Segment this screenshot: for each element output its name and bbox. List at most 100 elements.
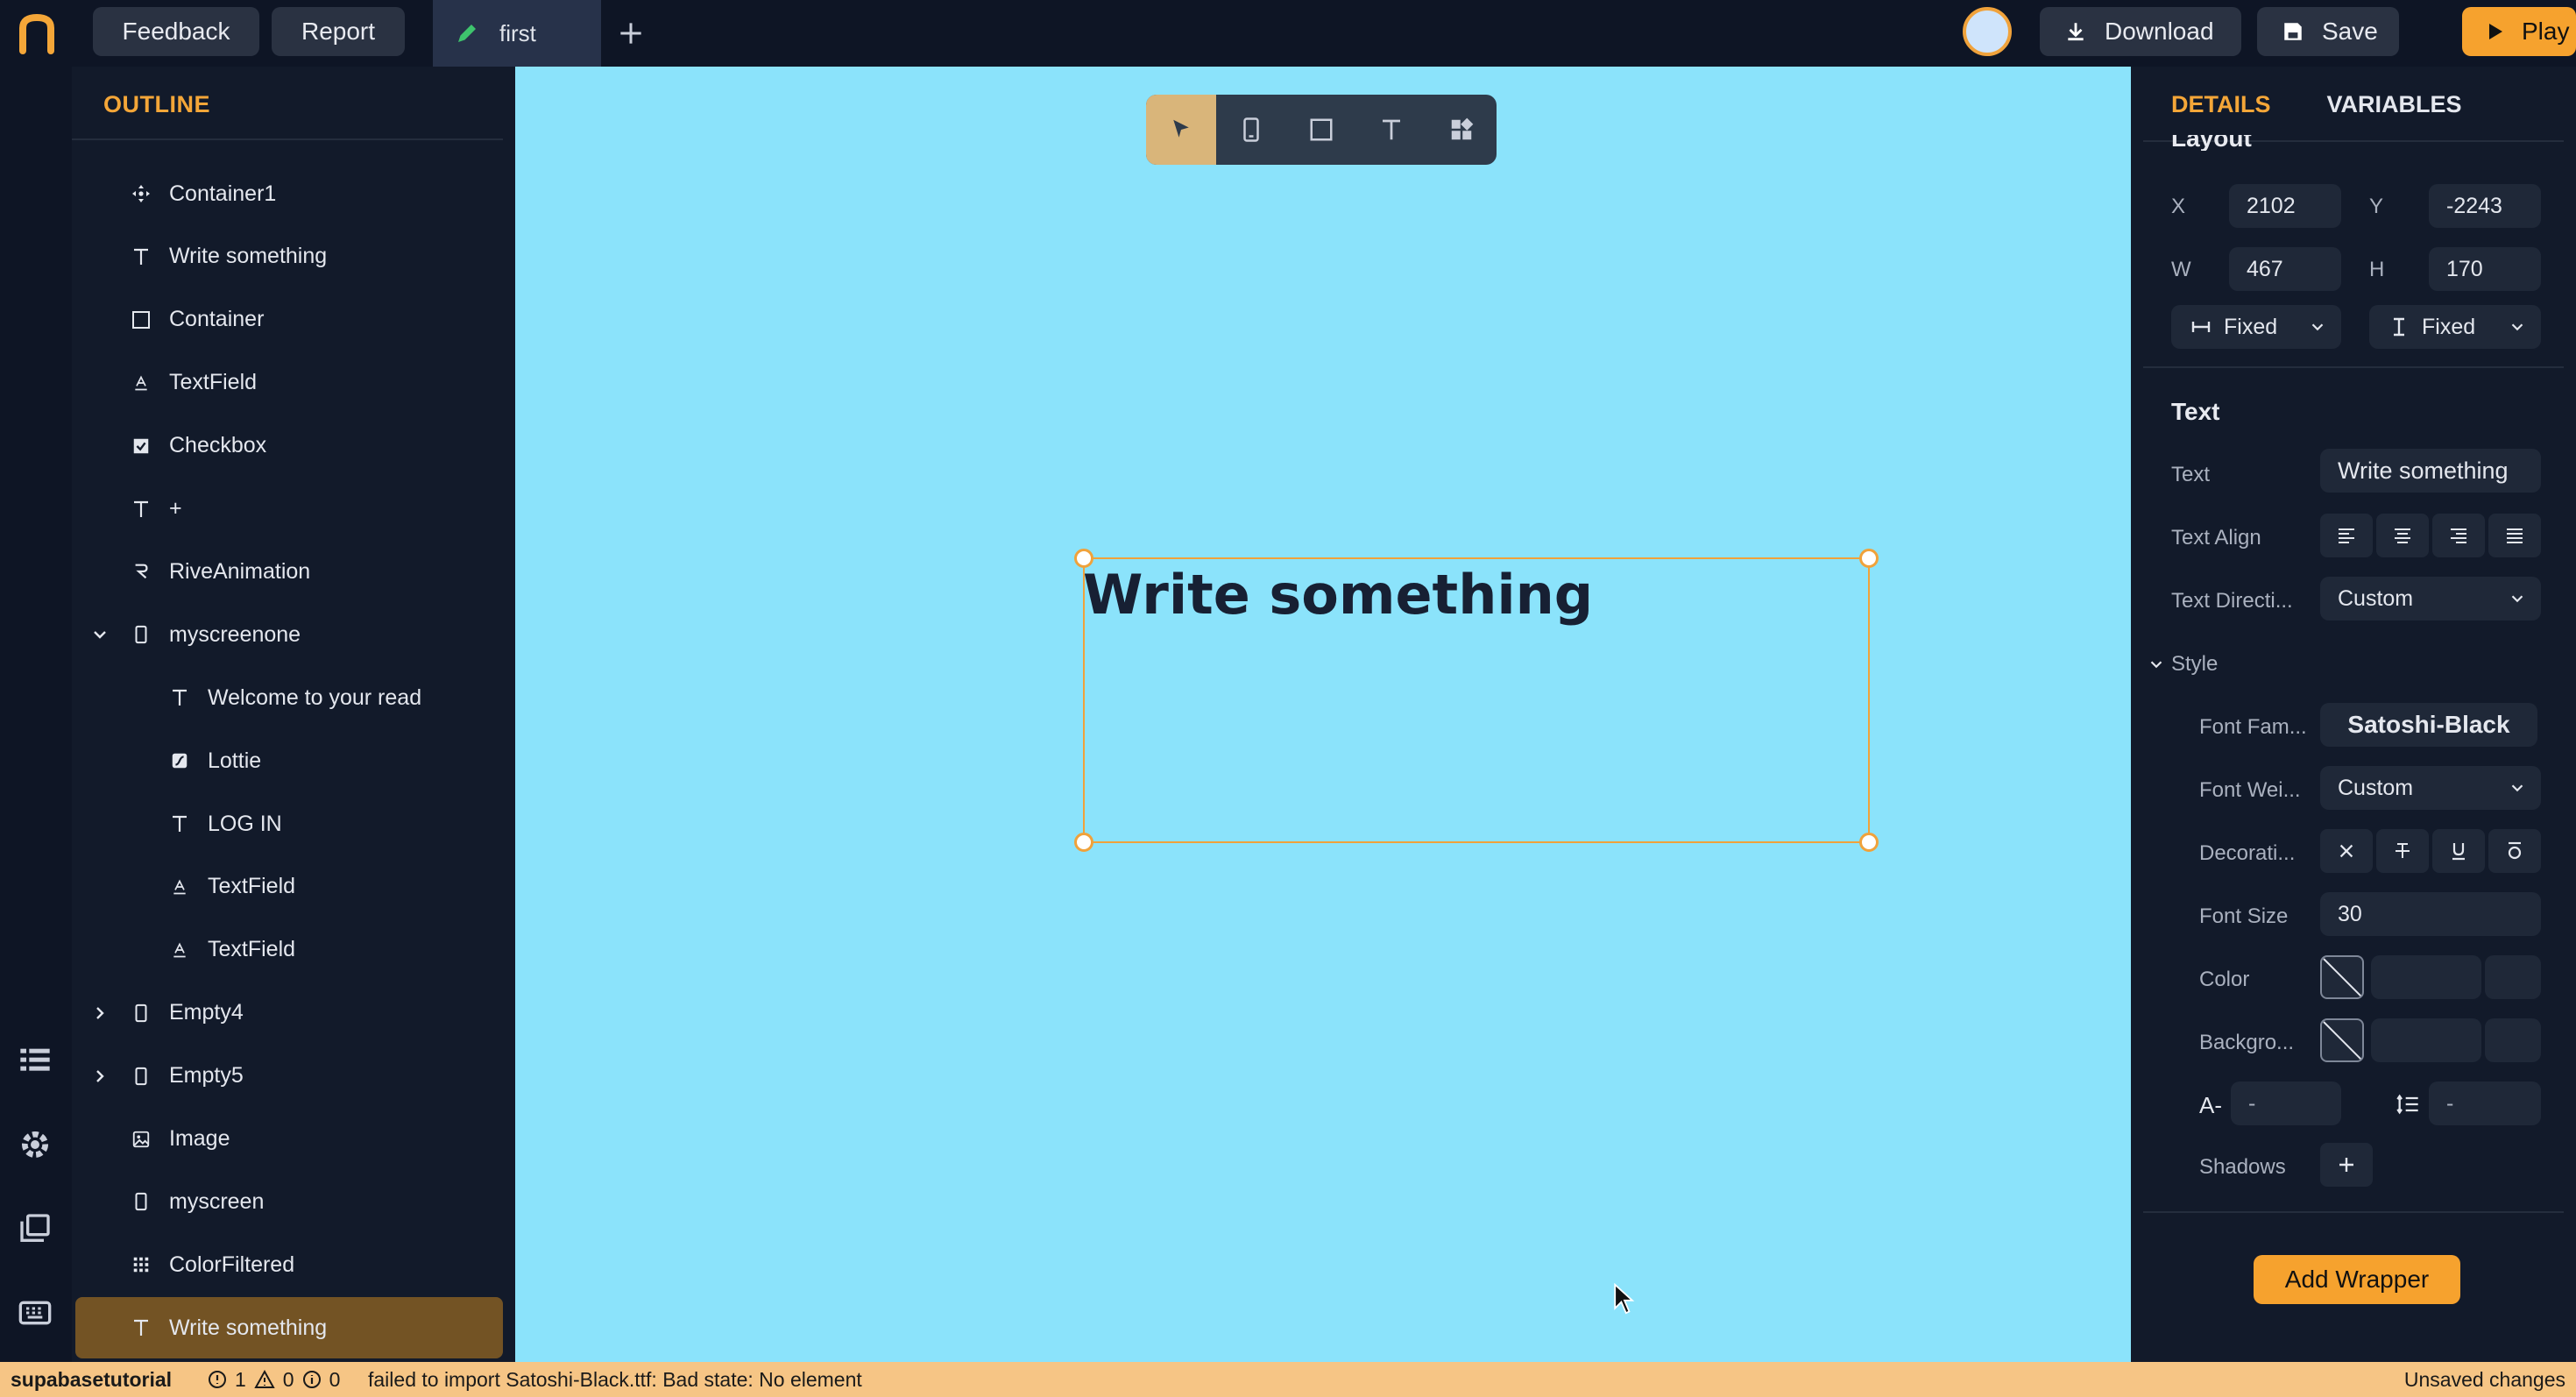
outline-item[interactable]: Empty5 <box>72 1046 503 1107</box>
outline-item[interactable]: ColorFiltered <box>72 1234 503 1295</box>
x-label: X <box>2171 195 2186 218</box>
chevron-right-icon[interactable] <box>89 1003 110 1024</box>
add-wrapper-button[interactable]: Add Wrapper <box>2254 1255 2460 1304</box>
outline-item[interactable]: TextField <box>72 919 503 981</box>
outline-item[interactable]: Welcome to your read <box>72 667 503 728</box>
outline-item[interactable]: + <box>72 479 503 540</box>
outline-item[interactable]: Lottie <box>72 730 503 791</box>
overline-button[interactable] <box>2488 829 2541 873</box>
color-swatch[interactable] <box>2320 955 2364 999</box>
report-button[interactable]: Report <box>272 7 405 56</box>
screen-tool[interactable] <box>1216 95 1286 165</box>
text-tool[interactable] <box>1356 95 1426 165</box>
line-height-input[interactable]: - <box>2429 1081 2541 1125</box>
tab-details[interactable]: DETAILS <box>2171 91 2271 118</box>
outline-item[interactable]: Container1 <box>72 163 503 224</box>
tab-variables[interactable]: VARIABLES <box>2327 91 2462 118</box>
h-input[interactable]: 170 <box>2429 247 2541 291</box>
outline-item[interactable]: Checkbox <box>72 415 503 477</box>
text-label: Text <box>2171 463 2211 486</box>
problem-counts[interactable]: 1 0 0 <box>207 1368 340 1392</box>
selection-box[interactable] <box>1074 549 1879 852</box>
outline-item[interactable]: myscreen <box>72 1171 503 1232</box>
widgets-icon <box>1451 117 1474 140</box>
grid-icon <box>130 1253 152 1276</box>
outline-item[interactable]: Container <box>72 289 503 351</box>
mouse-cursor-icon <box>1614 1283 1635 1315</box>
text-direction-dropdown[interactable]: Custom <box>2320 577 2541 620</box>
chevron-down-icon <box>2511 323 2523 331</box>
avatar[interactable] <box>1963 7 2012 56</box>
keyboard-icon[interactable] <box>18 1295 53 1330</box>
align-center-button[interactable] <box>2376 514 2429 557</box>
chevron-down-icon[interactable] <box>89 624 110 645</box>
x-input[interactable]: 2102 <box>2229 184 2341 228</box>
save-button[interactable]: Save <box>2257 7 2399 56</box>
width-mode-dropdown[interactable]: Fixed <box>2171 305 2341 349</box>
design-canvas[interactable]: Write something <box>515 67 2131 1362</box>
add-tab-button[interactable] <box>613 16 648 51</box>
play-icon <box>2489 24 2502 39</box>
outline-item[interactable]: TextField <box>72 856 503 918</box>
add-shadow-button[interactable] <box>2320 1143 2373 1187</box>
outline-item[interactable]: myscreenone <box>72 604 503 665</box>
feedback-button[interactable]: Feedback <box>93 7 259 56</box>
gear-icon[interactable] <box>18 1127 53 1162</box>
container-tool[interactable] <box>1286 95 1356 165</box>
outline-divider <box>72 138 503 140</box>
download-button[interactable]: Download <box>2040 7 2241 56</box>
background-hex-input[interactable] <box>2371 1018 2481 1062</box>
font-family-select[interactable]: Satoshi-Black <box>2320 703 2537 747</box>
outline-item-label: Write something <box>169 1315 328 1340</box>
underline-button[interactable] <box>2432 829 2485 873</box>
height-mode-dropdown[interactable]: Fixed <box>2369 305 2541 349</box>
folders-icon[interactable] <box>18 1211 53 1246</box>
outline-item[interactable]: RiveAnimation <box>72 541 503 602</box>
background-label: Backgro... <box>2199 1031 2295 1054</box>
letter-spacing-input[interactable]: - <box>2231 1081 2341 1125</box>
resize-handle-bottom-right[interactable] <box>1859 833 1879 852</box>
text-input[interactable]: Write something <box>2320 449 2541 493</box>
strikethrough-button[interactable] <box>2376 829 2429 873</box>
font-weight-dropdown[interactable]: Custom <box>2320 766 2541 810</box>
background-opacity-input[interactable] <box>2485 1018 2541 1062</box>
font-size-label: Font Size <box>2199 904 2289 928</box>
play-button[interactable]: Play <box>2462 7 2576 56</box>
outline-item[interactable]: Empty4 <box>72 982 503 1044</box>
background-swatch[interactable] <box>2320 1018 2364 1062</box>
align-justify-button[interactable] <box>2488 514 2541 557</box>
color-opacity-input[interactable] <box>2485 955 2541 999</box>
resize-handle-top-right[interactable] <box>1859 549 1879 568</box>
outline-item-label: Empty5 <box>169 1063 244 1089</box>
error-icon <box>209 1371 226 1388</box>
outline-item[interactable]: Write something <box>75 1297 503 1359</box>
text-icon <box>130 498 152 521</box>
phone-icon <box>130 623 152 646</box>
chevron-right-icon[interactable] <box>89 1066 110 1087</box>
outline-item-label: Checkbox <box>169 433 267 458</box>
widgets-tool[interactable] <box>1426 95 1497 165</box>
decoration-none-button[interactable] <box>2320 829 2373 873</box>
color-hex-input[interactable] <box>2371 955 2481 999</box>
outline-item[interactable]: Image <box>72 1109 503 1170</box>
outline-item[interactable]: Write something <box>72 226 503 287</box>
style-section-toggle[interactable]: Style <box>2147 652 2218 677</box>
outline-item[interactable]: TextField <box>72 352 503 414</box>
layers-icon[interactable] <box>18 1043 53 1078</box>
align-left-button[interactable] <box>2320 514 2373 557</box>
app-logo[interactable] <box>18 12 56 54</box>
decoration-label: Decorati... <box>2199 841 2296 865</box>
resize-handle-top-left[interactable] <box>1074 549 1093 568</box>
project-name[interactable]: supabasetutorial <box>11 1368 172 1392</box>
font-size-input[interactable]: 30 <box>2320 892 2541 936</box>
w-input[interactable]: 467 <box>2229 247 2341 291</box>
align-right-button[interactable] <box>2432 514 2485 557</box>
outline-item[interactable]: LOG IN <box>72 793 503 855</box>
resize-handle-bottom-left[interactable] <box>1074 833 1093 852</box>
tab-first[interactable]: first <box>433 0 601 67</box>
y-input[interactable]: -2243 <box>2429 184 2541 228</box>
shadows-label: Shadows <box>2199 1155 2286 1179</box>
outline-item-label: Image <box>169 1126 230 1151</box>
square-icon <box>1310 118 1333 141</box>
select-tool[interactable] <box>1146 95 1216 165</box>
